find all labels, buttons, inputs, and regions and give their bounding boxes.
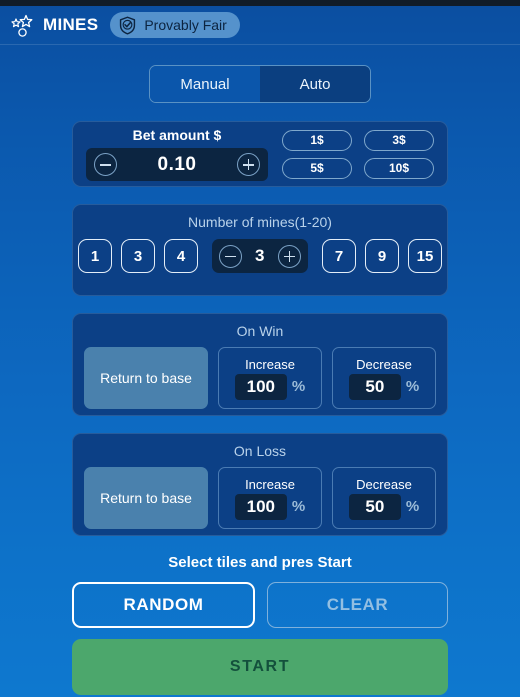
- on-loss-increase-input-row: 100 %: [234, 493, 306, 520]
- on-loss-panel: On Loss Return to base Increase 100 % De…: [72, 433, 448, 536]
- on-loss-decrease-value[interactable]: 50: [348, 493, 401, 520]
- on-loss-decrease-percent-sign: %: [405, 498, 420, 515]
- on-loss-increase-percent-sign: %: [291, 498, 306, 515]
- mode-tabs: Manual Auto: [149, 65, 371, 103]
- select-tiles-hint: Select tiles and pres Start: [168, 554, 352, 571]
- provably-fair-label: Provably Fair: [144, 17, 227, 33]
- on-loss-controls: Return to base Increase 100 % Decrease 5…: [73, 459, 447, 529]
- mines-count-stepper: 3: [212, 239, 308, 273]
- tab-auto[interactable]: Auto: [260, 66, 370, 102]
- mines-count-panel: Number of mines(1-20) 1 3 4 3 7 9 15: [72, 204, 448, 296]
- quick-bet-chips: 1$ 3$ 5$ 10$: [282, 129, 434, 179]
- quick-bet-3[interactable]: 3$: [364, 129, 434, 151]
- on-win-decrease-input-row: 50 %: [348, 373, 420, 400]
- mines-option-9[interactable]: 9: [365, 239, 399, 273]
- bet-decrease-button[interactable]: [94, 153, 117, 176]
- tab-manual[interactable]: Manual: [150, 66, 260, 102]
- on-win-decrease-value[interactable]: 50: [348, 373, 401, 400]
- mines-options-row: 1 3 4 3 7 9 15: [73, 239, 447, 273]
- on-loss-decrease-input-row: 50 %: [348, 493, 420, 520]
- mines-count-value[interactable]: 3: [255, 246, 265, 266]
- on-loss-increase-field: Increase 100 %: [218, 467, 322, 529]
- app-header: MINES Provably Fair: [0, 6, 520, 44]
- on-loss-title: On Loss: [233, 443, 287, 459]
- quick-bet-5[interactable]: 5$: [282, 157, 352, 179]
- on-win-decrease-percent-sign: %: [405, 378, 420, 395]
- stars-icon: [9, 14, 35, 38]
- on-loss-increase-label: Increase: [245, 476, 295, 492]
- main-content: Manual Auto Bet amount $ 0.10 1$ 3$ 5$ 1…: [0, 45, 520, 695]
- clear-button[interactable]: CLEAR: [267, 582, 448, 628]
- on-win-increase-field: Increase 100 %: [218, 347, 322, 409]
- on-win-return-to-base-button[interactable]: Return to base: [84, 347, 208, 409]
- mines-game-app: MINES Provably Fair Manual Auto Bet amou…: [0, 0, 520, 697]
- mines-decrease-button[interactable]: [219, 244, 242, 268]
- bet-amount-value[interactable]: 0.10: [158, 154, 197, 176]
- on-win-decrease-field: Decrease 50 %: [332, 347, 436, 409]
- on-win-decrease-label: Decrease: [356, 356, 412, 372]
- provably-fair-button[interactable]: Provably Fair: [110, 12, 240, 38]
- mines-option-3[interactable]: 3: [121, 239, 155, 273]
- on-loss-decrease-label: Decrease: [356, 476, 412, 492]
- bet-amount-stepper: 0.10: [86, 148, 268, 181]
- mines-option-1[interactable]: 1: [78, 239, 112, 273]
- on-win-increase-label: Increase: [245, 356, 295, 372]
- on-win-controls: Return to base Increase 100 % Decrease 5…: [73, 339, 447, 409]
- mines-option-4[interactable]: 4: [164, 239, 198, 273]
- tile-action-row: RANDOM CLEAR: [72, 582, 448, 628]
- on-win-increase-percent-sign: %: [291, 378, 306, 395]
- on-win-title: On Win: [236, 323, 284, 339]
- bet-increase-button[interactable]: [236, 153, 260, 176]
- start-button[interactable]: START: [72, 639, 448, 695]
- on-win-increase-input-row: 100 %: [234, 373, 306, 400]
- on-win-panel: On Win Return to base Increase 100 % Dec…: [72, 313, 448, 416]
- on-loss-increase-value[interactable]: 100: [234, 493, 287, 520]
- random-button[interactable]: RANDOM: [72, 582, 255, 628]
- on-loss-decrease-field: Decrease 50 %: [332, 467, 436, 529]
- brand-title: MINES: [43, 15, 99, 34]
- quick-bet-1[interactable]: 1$: [282, 129, 352, 151]
- bet-amount-group: Bet amount $ 0.10: [86, 127, 268, 181]
- on-win-increase-value[interactable]: 100: [234, 373, 287, 400]
- mines-option-15[interactable]: 15: [408, 239, 442, 273]
- bet-amount-label: Bet amount $: [132, 127, 222, 143]
- shield-check-icon: [118, 16, 137, 35]
- on-loss-return-to-base-button[interactable]: Return to base: [84, 467, 208, 529]
- mines-count-title: Number of mines(1-20): [188, 214, 332, 230]
- quick-bet-10[interactable]: 10$: [364, 157, 434, 179]
- mines-increase-button[interactable]: [278, 244, 301, 268]
- mines-option-7[interactable]: 7: [322, 239, 356, 273]
- bet-amount-panel: Bet amount $ 0.10 1$ 3$ 5$ 10$: [72, 121, 448, 187]
